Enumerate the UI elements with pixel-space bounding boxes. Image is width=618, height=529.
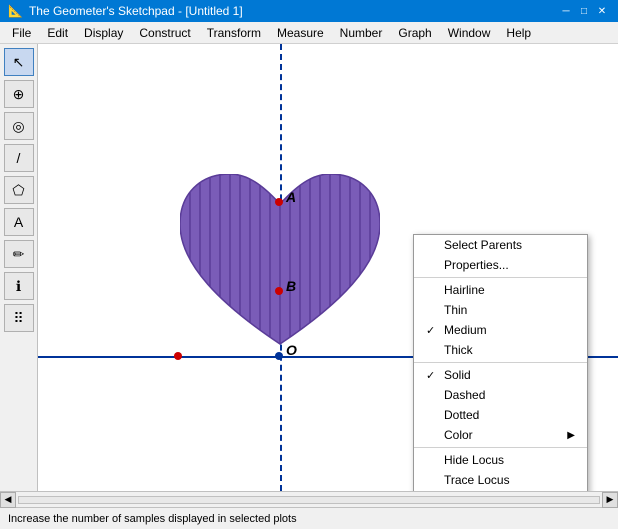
menu-item-window[interactable]: Window: [440, 24, 499, 42]
tool-pen[interactable]: ✏: [4, 240, 34, 268]
maximize-button[interactable]: □: [576, 3, 592, 19]
scroll-track[interactable]: [18, 496, 600, 504]
check-icon: ✓: [426, 369, 440, 382]
window-controls: ─ □ ✕: [558, 3, 610, 19]
check-icon: ✓: [426, 324, 440, 337]
ctx-item-label: Thick: [444, 343, 473, 357]
tool-point[interactable]: ⊕: [4, 80, 34, 108]
menu-separator: [414, 362, 587, 363]
tool-more[interactable]: ⠿: [4, 304, 34, 332]
tool-line[interactable]: /: [4, 144, 34, 172]
title-bar: 📐 The Geometer's Sketchpad - [Untitled 1…: [0, 0, 618, 22]
ctx-item-label: Select Parents: [444, 238, 522, 252]
canvas-area: A B O Select Parents Properties... Hairlin…: [38, 44, 618, 491]
ctx-item-label: Hairline: [444, 283, 485, 297]
ctx-item-label: Solid: [444, 368, 471, 382]
ctx-item-label: Hide Locus: [444, 453, 504, 467]
menu-item-edit[interactable]: Edit: [39, 24, 76, 42]
context-menu: Select Parents Properties... Hairline Thin ✓…: [413, 234, 588, 491]
label-B: B: [286, 278, 296, 294]
app-icon: 📐: [8, 4, 23, 18]
tool-polygon[interactable]: ⬠: [4, 176, 34, 204]
scroll-left-button[interactable]: ◀: [0, 492, 16, 508]
menu-item-graph[interactable]: Graph: [390, 24, 439, 42]
ctx-item-medium[interactable]: ✓ Medium: [414, 320, 587, 340]
ctx-item-label: Medium: [444, 323, 487, 337]
status-text: Increase the number of samples displayed…: [8, 513, 297, 525]
label-O: O: [286, 342, 297, 358]
app-title: The Geometer's Sketchpad - [Untitled 1]: [29, 4, 558, 18]
point-B[interactable]: [275, 287, 283, 295]
ctx-item-trace-locus[interactable]: Trace Locus: [414, 470, 587, 490]
menu-separator: [414, 277, 587, 278]
menu-item-file[interactable]: File: [4, 24, 39, 42]
toolbar: ↖ ⊕ ◎ / ⬠ A ✏ ℹ ⠿: [0, 44, 38, 491]
tool-info[interactable]: ℹ: [4, 272, 34, 300]
menu-item-transform[interactable]: Transform: [199, 24, 269, 42]
menu-item-measure[interactable]: Measure: [269, 24, 332, 42]
menu-separator: [414, 447, 587, 448]
ctx-item-label: Dashed: [444, 388, 485, 402]
ctx-item-label: Thin: [444, 303, 467, 317]
point-A[interactable]: [275, 198, 283, 206]
ctx-item-thin[interactable]: Thin: [414, 300, 587, 320]
minimize-button[interactable]: ─: [558, 3, 574, 19]
ctx-item-hairline[interactable]: Hairline: [414, 280, 587, 300]
close-button[interactable]: ✕: [594, 3, 610, 19]
ctx-item-hide-locus[interactable]: Hide Locus: [414, 450, 587, 470]
menu-item-display[interactable]: Display: [76, 24, 131, 42]
menu-item-construct[interactable]: Construct: [131, 24, 198, 42]
horizontal-scrollbar[interactable]: ◀ ▶: [0, 491, 618, 507]
menu-bar: FileEditDisplayConstructTransformMeasure…: [0, 22, 618, 44]
ctx-item-label: Properties...: [444, 258, 509, 272]
menu-item-help[interactable]: Help: [498, 24, 539, 42]
submenu-arrow-icon: ▶: [567, 430, 575, 441]
tool-select[interactable]: ↖: [4, 48, 34, 76]
ctx-item-properties[interactable]: Properties...: [414, 255, 587, 275]
ctx-item-color[interactable]: Color ▶: [414, 425, 587, 445]
ctx-item-dashed[interactable]: Dashed: [414, 385, 587, 405]
ctx-item-animate-locus[interactable]: Animate Locus: [414, 490, 587, 491]
main-layout: ↖ ⊕ ◎ / ⬠ A ✏ ℹ ⠿: [0, 44, 618, 491]
label-A: A: [286, 189, 296, 205]
point-O[interactable]: [275, 352, 283, 360]
ctx-item-thick[interactable]: Thick: [414, 340, 587, 360]
ctx-item-label: Dotted: [444, 408, 479, 422]
ctx-item-label: Color: [444, 428, 473, 442]
tool-text[interactable]: A: [4, 208, 34, 236]
menu-item-number[interactable]: Number: [332, 24, 391, 42]
ctx-item-dotted[interactable]: Dotted: [414, 405, 587, 425]
ctx-item-label: Trace Locus: [444, 473, 510, 487]
tool-compass[interactable]: ◎: [4, 112, 34, 140]
ctx-item-solid[interactable]: ✓ Solid: [414, 365, 587, 385]
status-bar: Increase the number of samples displayed…: [0, 507, 618, 529]
scroll-right-button[interactable]: ▶: [602, 492, 618, 508]
ctx-item-select-parents[interactable]: Select Parents: [414, 235, 587, 255]
